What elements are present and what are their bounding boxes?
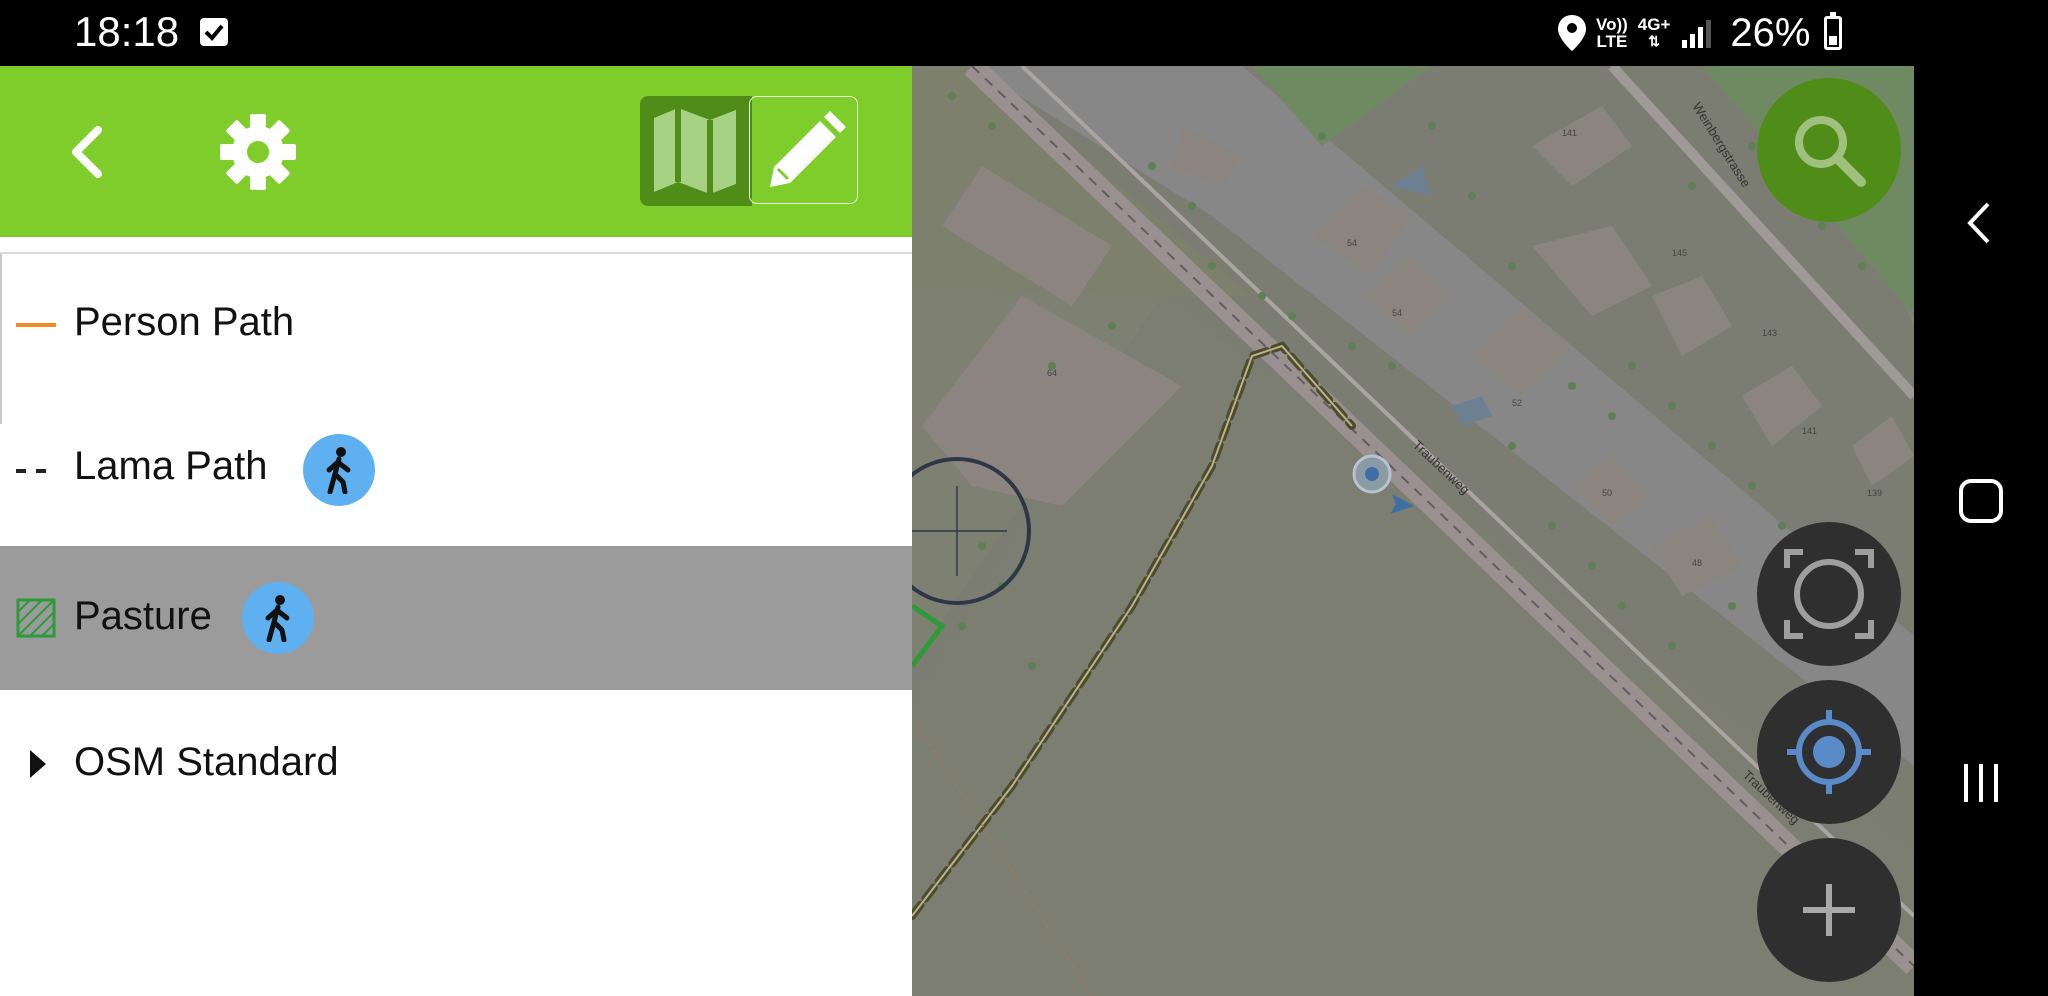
building-number: 141 xyxy=(1562,128,1577,138)
layer-label: OSM Standard xyxy=(74,740,339,784)
search-icon xyxy=(1795,116,1866,187)
layer-row-pasture[interactable]: Pasture xyxy=(0,546,912,690)
layer-label: Lama Path xyxy=(74,444,268,488)
walking-person-icon xyxy=(265,595,290,642)
signal-strength-icon xyxy=(1682,20,1712,48)
clock: 18:18 xyxy=(74,8,180,55)
building-number: 54 xyxy=(1347,238,1357,248)
volte-indicator: Vo)) LTE xyxy=(1596,15,1628,51)
gps-locate-icon xyxy=(1787,710,1871,794)
chevron-left-icon xyxy=(72,126,102,178)
layer-row-lama-path[interactable]: Lama Path xyxy=(0,398,912,542)
layer-label: Pasture xyxy=(74,594,212,638)
orange-line-icon xyxy=(16,323,56,327)
search-button[interactable] xyxy=(1757,78,1901,222)
walking-mode-badge[interactable] xyxy=(303,434,375,506)
building-number: 141 xyxy=(1802,426,1817,436)
pencil-icon xyxy=(770,111,846,187)
building-number: 48 xyxy=(1692,558,1702,568)
walking-person-icon xyxy=(326,447,351,494)
dashed-line-icon xyxy=(16,469,46,473)
location-icon xyxy=(1558,15,1586,51)
expand-triangle-icon[interactable] xyxy=(28,748,48,780)
locate-button[interactable] xyxy=(1757,680,1901,824)
settings-button[interactable] xyxy=(218,112,298,192)
walking-mode-badge[interactable] xyxy=(242,582,314,654)
layer-row-osm-standard[interactable]: OSM Standard xyxy=(0,690,912,834)
add-button[interactable] xyxy=(1757,838,1901,982)
mode-toggle[interactable] xyxy=(640,96,858,206)
layer-row-person-path[interactable]: Person Path xyxy=(0,254,912,398)
building-number: 145 xyxy=(1672,248,1687,258)
plus-icon xyxy=(1803,884,1855,936)
nav-recents-icon[interactable] xyxy=(1958,760,2004,806)
building-number: 52 xyxy=(1512,398,1522,408)
building-number: 143 xyxy=(1762,328,1777,338)
back-button[interactable] xyxy=(62,122,112,182)
panel-toolbar xyxy=(0,66,912,237)
zoom-fit-icon xyxy=(1784,549,1874,639)
hatched-square-icon xyxy=(16,598,56,638)
map-icon xyxy=(654,108,736,194)
map-view[interactable]: Traubenweg Traubenweg Weinbergstrasse 14… xyxy=(912,66,1914,996)
network-type-indicator: 4G+ ⇅ xyxy=(1637,15,1671,49)
battery-icon xyxy=(1824,12,1843,50)
map-mode-button[interactable] xyxy=(640,96,752,206)
gear-icon xyxy=(220,114,296,190)
building-number: 139 xyxy=(1867,488,1882,498)
status-icons: Vo)) LTE 4G+ ⇅ 26% xyxy=(1558,10,1843,56)
edit-mode-button[interactable] xyxy=(749,96,858,204)
nav-home-icon[interactable] xyxy=(1958,478,2004,524)
building-number: 50 xyxy=(1602,488,1612,498)
building-number: 64 xyxy=(1047,368,1057,378)
layer-panel: Person Path Lama Path Pasture OSM Standa xyxy=(0,66,912,996)
status-bar: 18:18 Vo)) LTE 4G+ ⇅ 26% xyxy=(0,0,2048,66)
battery-percent: 26% xyxy=(1730,10,1811,55)
zoom-fit-button[interactable] xyxy=(1757,522,1901,666)
checkbox-notification-icon xyxy=(200,18,228,46)
nav-back-icon[interactable] xyxy=(1962,200,1996,246)
system-nav-bar xyxy=(1914,66,2048,996)
layer-label: Person Path xyxy=(74,300,295,344)
building-number: 54 xyxy=(1392,308,1402,318)
